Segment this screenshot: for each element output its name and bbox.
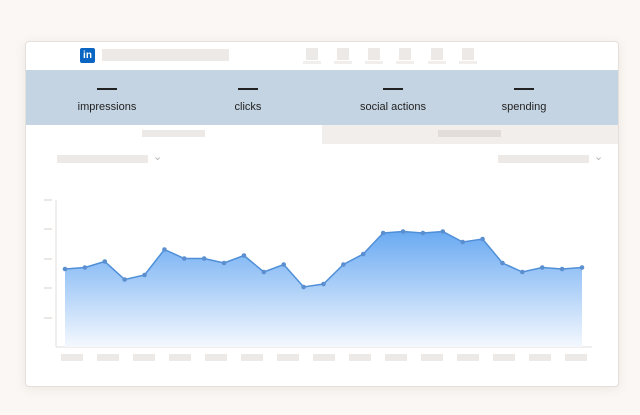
data-point[interactable] [579,265,585,270]
data-point[interactable] [420,230,426,236]
data-point[interactable] [82,265,88,270]
series-area [65,231,582,347]
data-point[interactable] [201,256,207,261]
data-point[interactable] [400,229,406,234]
data-point[interactable] [460,239,465,245]
data-point[interactable] [321,281,326,287]
data-point[interactable] [480,236,485,242]
data-point[interactable] [500,260,505,266]
data-point[interactable] [440,229,446,234]
data-point[interactable] [380,230,386,236]
x-tick-label-placeholder [421,354,443,361]
x-tick-label-placeholder [277,354,299,361]
data-point[interactable] [62,266,68,272]
data-point[interactable] [221,260,227,266]
data-point[interactable] [559,266,565,272]
data-point[interactable] [301,284,306,290]
data-point[interactable] [102,259,108,264]
area-chart [44,199,592,361]
data-point[interactable] [520,269,525,275]
data-point[interactable] [360,251,366,257]
data-point[interactable] [142,272,147,278]
x-tick-label-placeholder [61,354,83,361]
x-tick-label-placeholder [349,354,371,361]
x-tick-label-placeholder [493,354,515,361]
data-point[interactable] [341,262,346,267]
data-point[interactable] [162,247,167,252]
data-point[interactable] [281,262,287,267]
x-tick-label-placeholder [169,354,191,361]
x-tick-label-placeholder [313,354,335,361]
data-point[interactable] [261,269,267,275]
data-point[interactable] [182,256,187,261]
x-tick-label-placeholder [385,354,407,361]
x-tick-label-placeholder [97,354,119,361]
data-point[interactable] [539,265,545,270]
x-tick-label-placeholder [529,354,551,361]
x-tick-label-placeholder [457,354,479,361]
data-point[interactable] [122,277,127,282]
data-point[interactable] [241,253,247,258]
x-tick-label-placeholder [565,354,587,361]
analytics-card: in impressions clicks social actions spe… [25,41,619,387]
x-tick-label-placeholder [205,354,227,361]
x-tick-label-placeholder [241,354,263,361]
x-tick-label-placeholder [133,354,155,361]
